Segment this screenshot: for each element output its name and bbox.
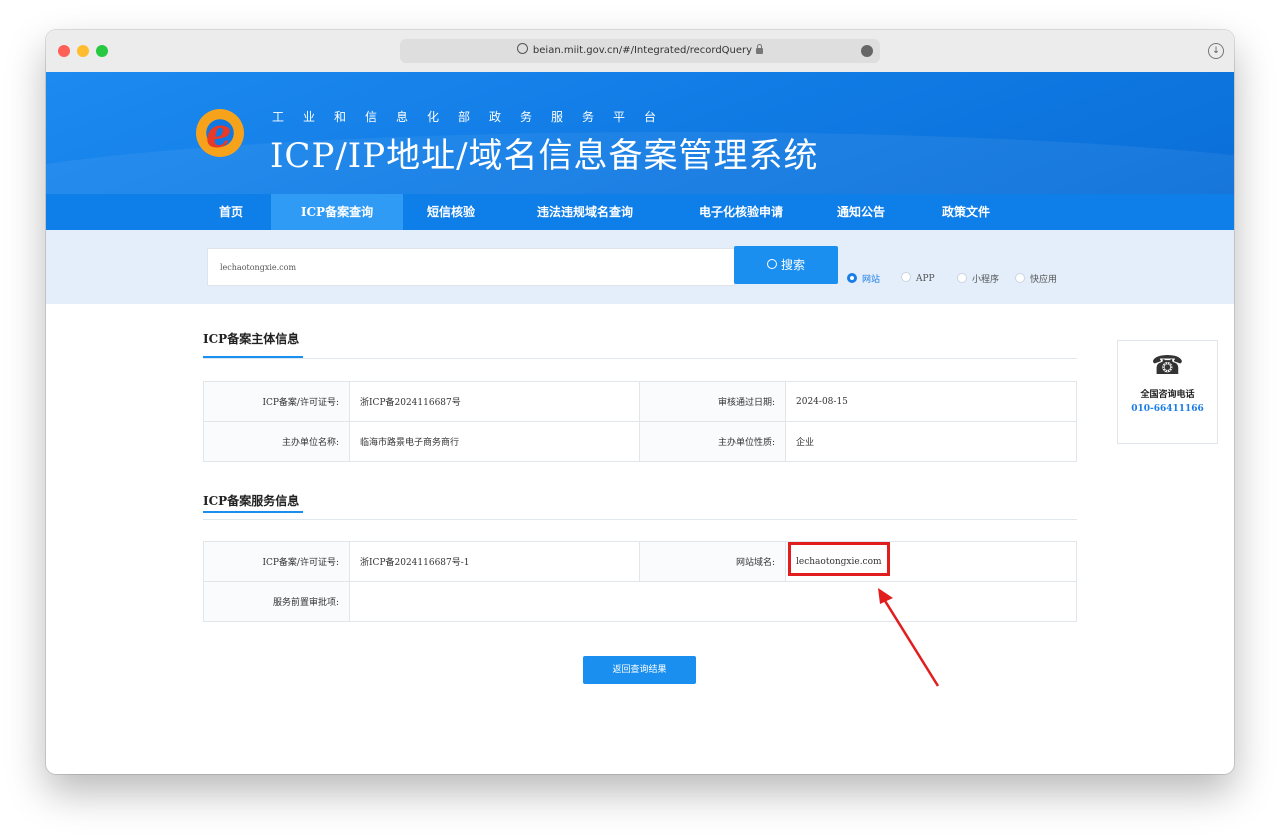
hotline-number[interactable]: 010-66411166 bbox=[1118, 404, 1217, 414]
telephone-icon: ☎ bbox=[1151, 351, 1184, 381]
arrow-shaft bbox=[880, 595, 940, 687]
hotline-card: ☎ 全国咨询电话 010-66411166 bbox=[1117, 340, 1218, 444]
hotline-label: 全国咨询电话 bbox=[1140, 390, 1195, 400]
return-results-button[interactable]: 返回查询结果 bbox=[583, 656, 696, 684]
browser-window: beian.miit.gov.cn/#/Integrated/recordQue… bbox=[46, 30, 1234, 774]
